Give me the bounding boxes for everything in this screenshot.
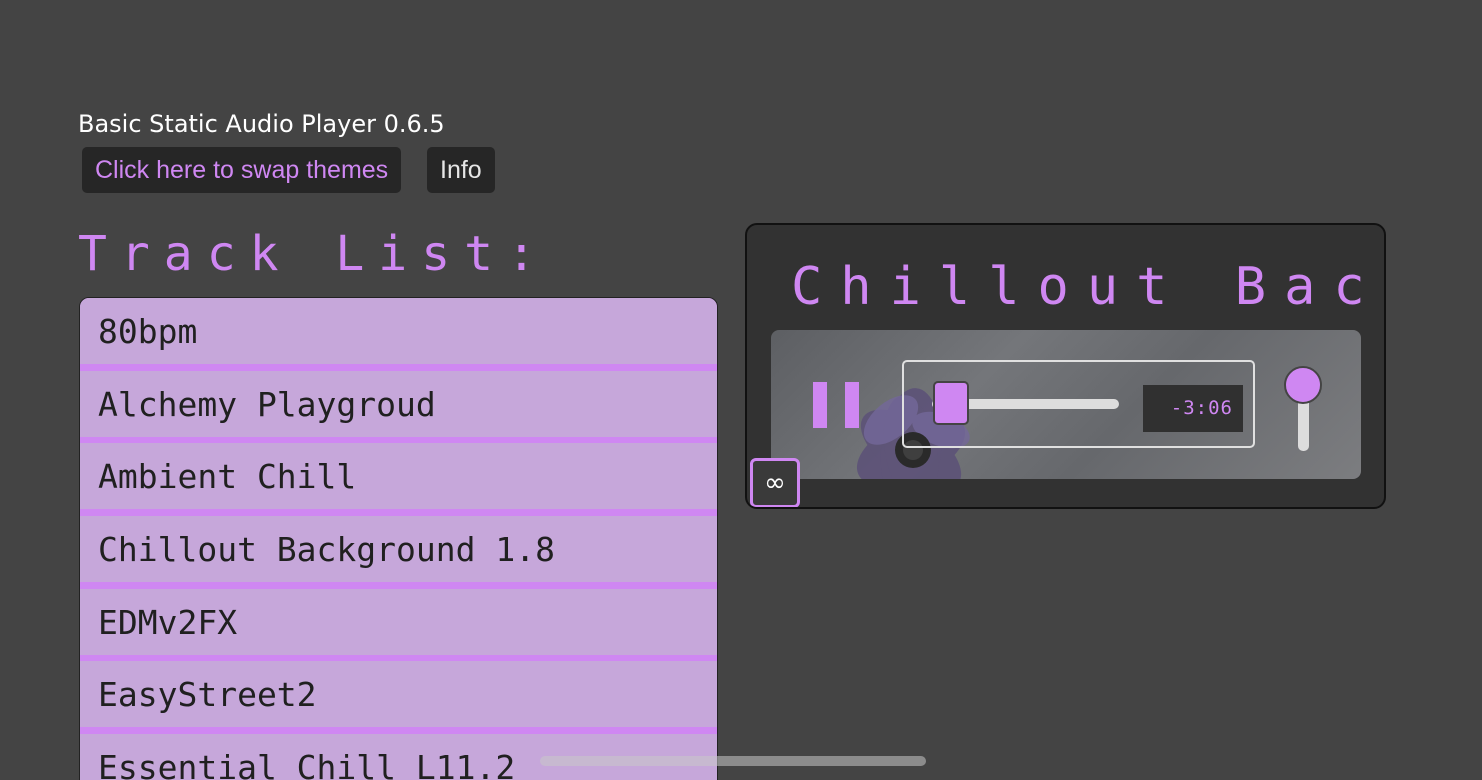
horizontal-scrollbar[interactable] [540,756,926,766]
tracklist-heading: Track List: [78,226,550,282]
track-list[interactable]: 80bpm Alchemy Playgroud Ambient Chill Ch… [79,297,718,780]
pause-button[interactable] [811,380,863,432]
page: Basic Static Audio Player 0.6.5 Click he… [0,0,1482,780]
swap-theme-button[interactable]: Click here to swap themes [82,147,402,193]
track-item[interactable]: EasyStreet2 [80,661,717,727]
pause-icon-bar [845,382,859,428]
now-playing-title: Chillout Backgr [791,257,1384,317]
track-item[interactable]: Alchemy Playgroud [80,371,717,437]
pause-icon-bar [813,382,827,428]
loop-button[interactable]: ∞ [750,458,800,507]
track-item[interactable]: 80bpm [80,298,717,364]
time-remaining: -3:06 [1143,385,1243,432]
seek-slider-thumb[interactable] [932,381,969,425]
infinity-icon: ∞ [764,468,786,498]
track-item[interactable]: Chillout Background 1.8 [80,516,717,582]
track-item[interactable]: EDMv2FX [80,589,717,655]
app-title: Basic Static Audio Player 0.6.5 [78,110,445,138]
track-item[interactable]: Ambient Chill [80,443,717,509]
info-button[interactable]: Info [427,147,495,193]
volume-slider-thumb[interactable] [1284,365,1322,404]
audio-player: Chillout Backgr [745,223,1386,509]
